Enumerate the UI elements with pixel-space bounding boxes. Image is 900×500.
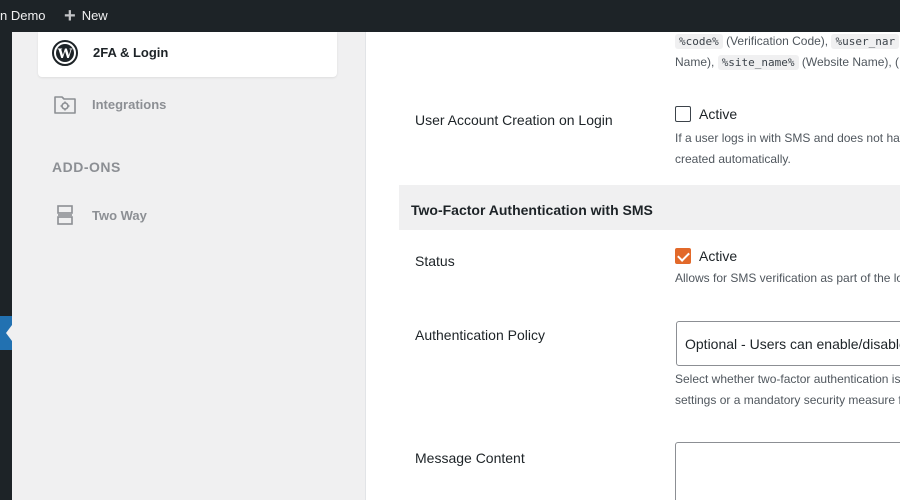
auth-policy-label: Authentication Policy <box>415 327 545 343</box>
auth-policy-select[interactable]: Optional - Users can enable/disable <box>676 321 900 366</box>
user-account-creation-desc: If a user logs in with SMS and does not … <box>675 131 900 166</box>
auth-policy-desc: Select whether two-factor authentication… <box>675 372 900 407</box>
sidebar-item-label: Integrations <box>92 97 167 112</box>
addons-heading: ADD-ONS <box>52 159 121 175</box>
user-account-creation-label: User Account Creation on Login <box>415 112 613 128</box>
new-content-button[interactable]: + New <box>64 4 108 27</box>
status-desc: Allows for SMS verification as part of t… <box>675 271 900 285</box>
site-name-link[interactable]: n Demo <box>0 8 46 23</box>
sidebar-item-label: Two Way <box>92 208 147 223</box>
status-checkbox[interactable]: Active <box>675 248 737 264</box>
message-content-label: Message Content <box>415 450 525 466</box>
admin-bar: n Demo + New <box>0 0 900 32</box>
plugin-sidebar: W 2FA & Login Integrations ADD-ONS Two W… <box>12 32 366 500</box>
user-account-creation-field: Active <box>675 106 737 122</box>
new-label: New <box>81 8 108 23</box>
user-account-creation-checkbox[interactable]: Active <box>675 106 737 122</box>
admin-menu <box>0 32 12 500</box>
sidebar-item-two-way[interactable]: Two Way <box>50 200 340 230</box>
wordpress-icon: W <box>52 40 78 66</box>
status-label: Status <box>415 253 455 269</box>
svg-text:W: W <box>57 47 73 62</box>
site-name-placeholder-tag: %site_name% <box>717 55 799 70</box>
section-title: Two-Factor Authentication with SMS <box>411 202 653 218</box>
status-field: Active <box>675 248 737 264</box>
checkbox[interactable] <box>675 106 691 122</box>
sidebar-item-2fa-login[interactable]: W 2FA & Login <box>38 32 337 77</box>
user-placeholder-tag: %user_nar <box>831 34 900 49</box>
placeholder-desc-line2: Name), %site_name% (Website Name), ( <box>675 55 900 70</box>
settings-panel: %code% (Verification Code), %user_nar Na… <box>366 32 900 500</box>
code-placeholder-tag: %code% <box>675 34 723 49</box>
placeholder-desc-line1: %code% (Verification Code), %user_nar <box>675 31 900 52</box>
message-content-textarea[interactable] <box>675 442 900 500</box>
section-header-sms-2fa: Two-Factor Authentication with SMS <box>399 185 900 230</box>
sidebar-item-label: 2FA & Login <box>93 45 169 60</box>
two-way-icon <box>52 202 78 228</box>
plus-icon: + <box>64 4 76 27</box>
sidebar-item-integrations[interactable]: Integrations <box>50 89 340 119</box>
checkbox-checked[interactable] <box>675 248 691 264</box>
folder-gear-icon <box>52 91 78 117</box>
